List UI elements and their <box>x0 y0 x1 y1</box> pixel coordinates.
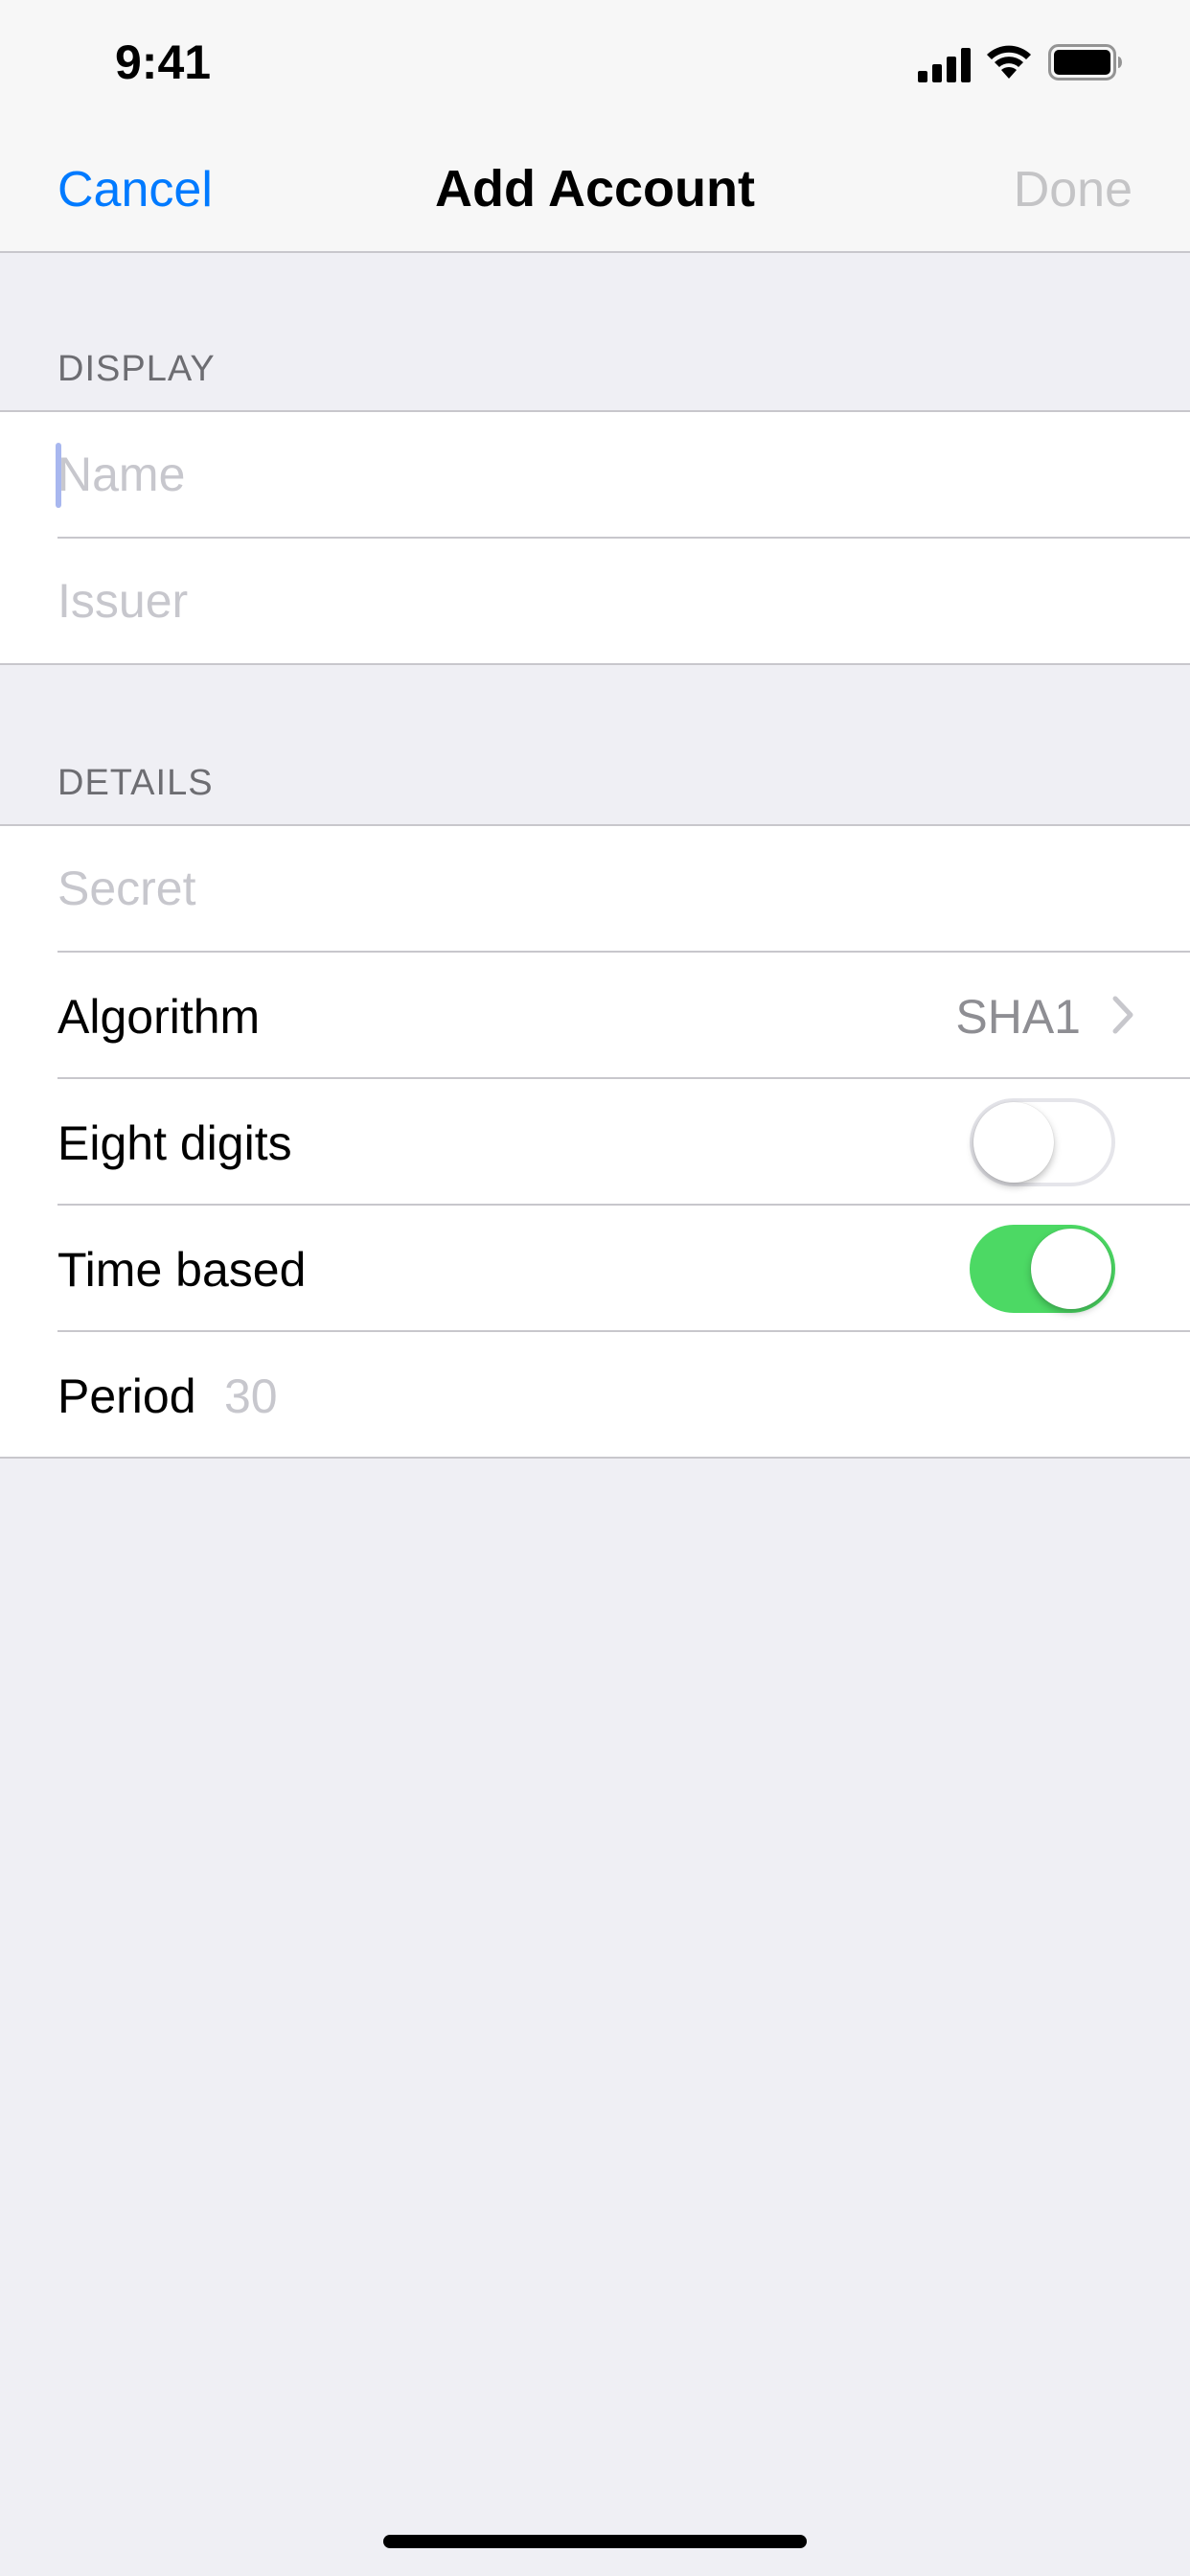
time-based-toggle[interactable] <box>970 1225 1115 1313</box>
issuer-row <box>0 539 1190 665</box>
time-based-row: Time based <box>0 1206 1190 1332</box>
period-row: Period 30 <box>0 1332 1190 1459</box>
battery-icon <box>1048 44 1122 80</box>
text-cursor <box>56 443 61 508</box>
eight-digits-label: Eight digits <box>57 1116 292 1170</box>
done-button[interactable]: Done <box>1014 161 1133 218</box>
details-group: Algorithm SHA1 Eight digits Time based P… <box>0 824 1190 1459</box>
chevron-right-icon <box>1112 996 1133 1034</box>
toggle-knob <box>1031 1229 1111 1309</box>
home-indicator <box>383 2535 807 2548</box>
wifi-icon <box>987 45 1031 79</box>
section-header-display: DISPLAY <box>57 349 216 389</box>
algorithm-value: SHA1 <box>955 990 1081 1044</box>
section-header-details: DETAILS <box>57 763 214 803</box>
eight-digits-toggle[interactable] <box>970 1098 1115 1186</box>
status-icons <box>918 44 1129 82</box>
display-group <box>0 410 1190 665</box>
status-time: 9:41 <box>115 35 212 89</box>
nav-bar: Cancel Add Account Done <box>0 126 1190 253</box>
period-label: Period <box>57 1369 196 1423</box>
algorithm-label: Algorithm <box>57 990 261 1044</box>
secret-field[interactable] <box>57 857 1111 920</box>
page-title: Add Account <box>435 160 755 218</box>
issuer-field[interactable] <box>57 569 1111 632</box>
eight-digits-row: Eight digits <box>0 1079 1190 1206</box>
status-bar: 9:41 <box>0 0 1190 126</box>
cellular-signal-icon <box>918 48 971 82</box>
name-row <box>0 412 1190 539</box>
period-field[interactable]: 30 <box>224 1368 278 1424</box>
time-based-label: Time based <box>57 1243 307 1297</box>
name-field[interactable] <box>57 443 1111 506</box>
toggle-knob <box>973 1102 1054 1183</box>
secret-row <box>0 826 1190 953</box>
algorithm-row[interactable]: Algorithm SHA1 <box>0 953 1190 1079</box>
